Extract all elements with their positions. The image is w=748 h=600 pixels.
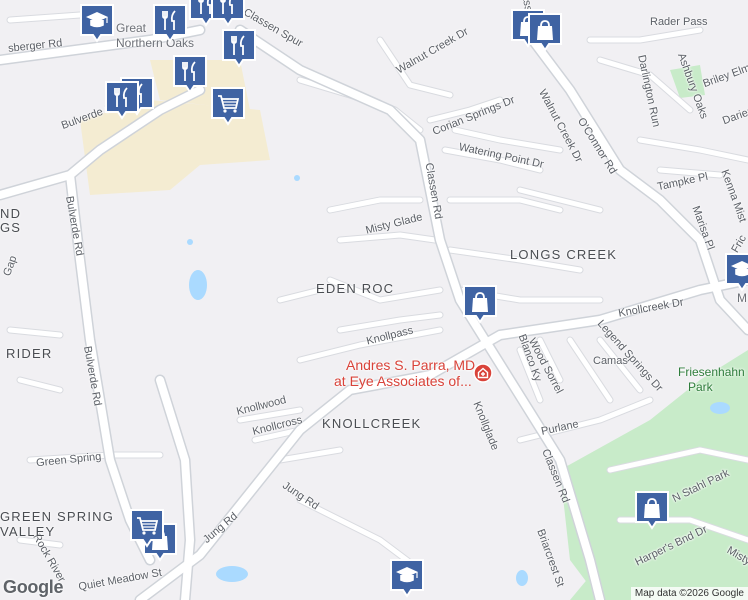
shopping-bag-icon[interactable] (527, 12, 563, 52)
restaurant-icon[interactable] (221, 28, 257, 68)
restaurant-icon[interactable] (172, 54, 208, 94)
pond (516, 570, 528, 586)
school-icon[interactable] (724, 252, 748, 292)
area-label: ND (0, 206, 22, 221)
poi-label-m[interactable]: M (737, 292, 747, 305)
shopping-bag-icon[interactable] (634, 490, 670, 530)
google-logo: Google (3, 577, 64, 597)
poi-label-andres-line1[interactable]: Andres S. Parra, MD (346, 357, 475, 373)
shopping-cart-icon[interactable] (129, 508, 165, 548)
road-label: Rader Pass (650, 16, 708, 28)
pond (189, 270, 207, 300)
pond (187, 239, 193, 245)
area-label: LONGS CREEK (510, 247, 618, 262)
shopping-cart-icon[interactable] (210, 86, 246, 126)
pond (710, 402, 730, 414)
area-label: KNOLLCREEK (322, 416, 422, 431)
area-label: EDEN ROC (316, 281, 395, 296)
area-label: RIDER (6, 346, 53, 361)
pond (294, 175, 300, 181)
area-label: VALLEY (0, 524, 56, 539)
map-canvas[interactable]: sberger Rd Bulverde Rd Bulverde Rd Bulve… (0, 0, 748, 600)
poi-label-friesenhahn-park[interactable]: Park (688, 381, 713, 394)
school-icon[interactable] (79, 3, 115, 43)
map-attribution[interactable]: Map data ©2026 Google (630, 587, 748, 600)
restaurant-icon[interactable] (152, 3, 188, 43)
school-icon[interactable] (389, 558, 425, 598)
hospital-icon[interactable] (473, 363, 493, 383)
restaurant-icon[interactable] (210, 0, 246, 27)
shopping-bag-icon[interactable] (462, 284, 498, 324)
poi-label-friesenhahn-park[interactable]: Friesenhahn (678, 366, 745, 379)
poi-label-andres-line2[interactable]: at Eye Associates of... (334, 373, 472, 389)
area-label: GS (0, 220, 22, 235)
poi-label-great-northern-oaks[interactable]: Great (116, 22, 146, 35)
pond (216, 566, 248, 582)
area-label: GREEN SPRING (0, 509, 115, 524)
restaurant-icon[interactable] (104, 80, 140, 120)
